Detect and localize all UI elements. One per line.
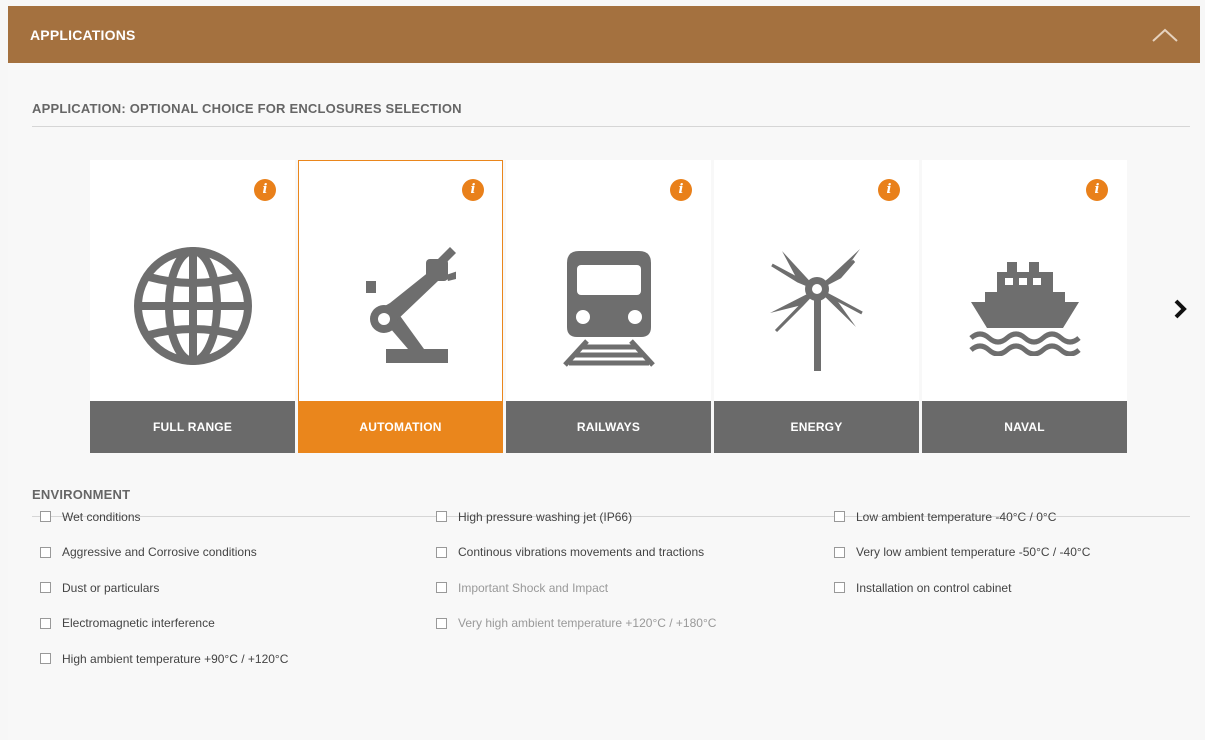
checkbox-option[interactable]: Installation on control cabinet bbox=[834, 570, 1090, 606]
option-label: Electromagnetic interference bbox=[62, 616, 215, 631]
option-label: High pressure washing jet (IP66) bbox=[458, 509, 633, 524]
info-icon[interactable]: i bbox=[254, 179, 276, 201]
card-label: ENERGY bbox=[714, 401, 919, 453]
card-label: NAVAL bbox=[922, 401, 1127, 453]
option-label: Installation on control cabinet bbox=[856, 580, 1012, 595]
card-full-range[interactable]: i FULL RANGE bbox=[90, 160, 295, 453]
checkbox-option[interactable]: Dust or particulars bbox=[40, 570, 288, 606]
card-naval[interactable]: i NAVAL bbox=[922, 160, 1127, 453]
application-cards: i FULL RANGE i AUTOMATION i RAILWAYS i E… bbox=[90, 160, 1130, 453]
checkbox-option[interactable]: Low ambient temperature -40°C / 0°C bbox=[834, 499, 1090, 535]
environment-column: High pressure washing jet (IP66) Contino… bbox=[436, 499, 716, 641]
checkbox[interactable] bbox=[834, 511, 845, 523]
card-railways[interactable]: i RAILWAYS bbox=[506, 160, 711, 453]
checkbox[interactable] bbox=[40, 653, 51, 665]
option-label: High ambient temperature +90°C / +120°C bbox=[62, 651, 289, 666]
globe-icon bbox=[133, 247, 252, 365]
checkbox[interactable] bbox=[40, 582, 51, 594]
robot-arm-icon bbox=[365, 247, 456, 363]
option-label: Aggressive and Corrosive conditions bbox=[62, 545, 257, 560]
option-label: Very high ambient temperature +120°C / +… bbox=[458, 616, 717, 631]
checkbox[interactable] bbox=[834, 582, 845, 594]
checkbox[interactable] bbox=[436, 546, 447, 558]
option-label: Continous vibrations movements and tract… bbox=[458, 545, 705, 560]
info-icon[interactable]: i bbox=[670, 179, 692, 201]
option-label: Dust or particulars bbox=[62, 580, 160, 595]
checkbox-option[interactable]: Wet conditions bbox=[40, 499, 288, 535]
checkbox-option[interactable]: Very low ambient temperature -50°C / -40… bbox=[834, 535, 1090, 571]
wind-turbine-icon bbox=[769, 249, 863, 371]
info-icon[interactable]: i bbox=[462, 179, 484, 201]
checkbox[interactable] bbox=[834, 546, 845, 558]
chevron-up-icon[interactable] bbox=[1150, 25, 1180, 45]
environment-column: Low ambient temperature -40°C / 0°C Very… bbox=[834, 499, 1090, 606]
checkbox[interactable] bbox=[40, 546, 51, 558]
option-label: Very low ambient temperature -50°C / -40… bbox=[856, 545, 1091, 560]
applications-header[interactable]: APPLICATIONS bbox=[8, 6, 1200, 63]
option-label: Important Shock and Impact bbox=[458, 580, 609, 595]
checkbox-option[interactable]: High pressure washing jet (IP66) bbox=[436, 499, 716, 535]
train-icon bbox=[562, 251, 655, 367]
checkbox-option[interactable]: Important Shock and Impact bbox=[436, 570, 716, 606]
checkbox[interactable] bbox=[436, 511, 447, 523]
checkbox[interactable] bbox=[40, 617, 51, 629]
card-energy[interactable]: i ENERGY bbox=[714, 160, 919, 453]
card-label: RAILWAYS bbox=[506, 401, 711, 453]
environment-column: Wet conditions Aggressive and Corrosive … bbox=[40, 499, 288, 677]
chevron-right-icon[interactable] bbox=[1170, 297, 1190, 321]
checkbox-option[interactable]: Aggressive and Corrosive conditions bbox=[40, 535, 288, 571]
info-icon[interactable]: i bbox=[878, 179, 900, 201]
checkbox[interactable] bbox=[40, 511, 51, 523]
divider bbox=[32, 126, 1190, 127]
checkbox-option[interactable]: Very high ambient temperature +120°C / +… bbox=[436, 606, 716, 642]
option-label: Low ambient temperature -40°C / 0°C bbox=[856, 509, 1057, 524]
card-label: FULL RANGE bbox=[90, 401, 295, 453]
checkbox-option[interactable]: Electromagnetic interference bbox=[40, 606, 288, 642]
ship-icon bbox=[968, 262, 1081, 356]
option-label: Wet conditions bbox=[62, 509, 141, 524]
info-icon[interactable]: i bbox=[1086, 179, 1108, 201]
checkbox[interactable] bbox=[436, 582, 447, 594]
application-section-title: APPLICATION: OPTIONAL CHOICE FOR ENCLOSU… bbox=[32, 101, 462, 116]
header-title: APPLICATIONS bbox=[30, 26, 136, 43]
checkbox-option[interactable]: Continous vibrations movements and tract… bbox=[436, 535, 716, 571]
checkbox-option[interactable]: High ambient temperature +90°C / +120°C bbox=[40, 641, 288, 677]
card-label: AUTOMATION bbox=[298, 401, 503, 453]
checkbox[interactable] bbox=[436, 617, 447, 629]
card-automation[interactable]: i AUTOMATION bbox=[298, 160, 503, 453]
